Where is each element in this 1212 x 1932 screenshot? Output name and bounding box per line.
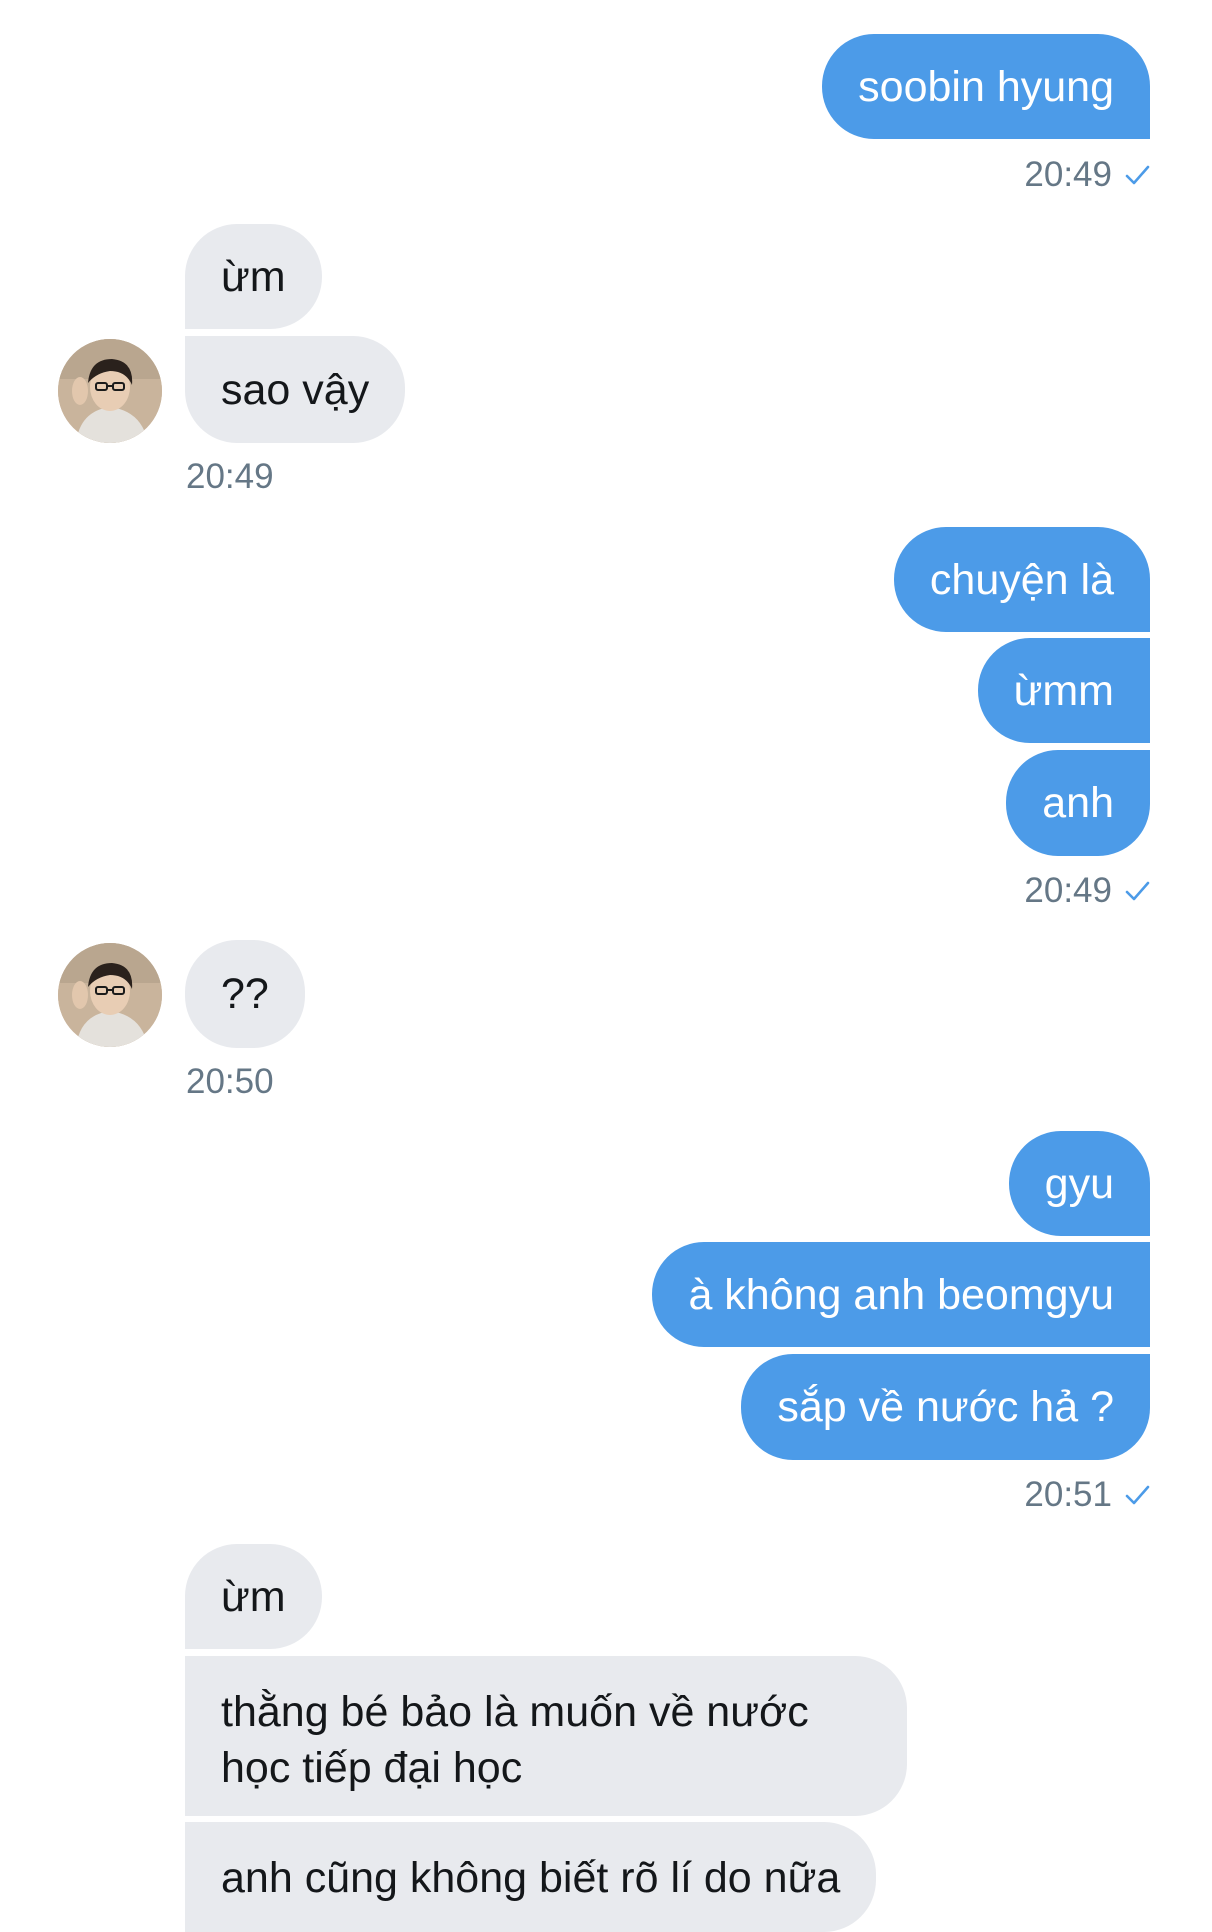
incoming-message[interactable]: ?? xyxy=(185,940,305,1048)
avatar[interactable] xyxy=(58,339,162,443)
message-timestamp: 20:49 xyxy=(1024,152,1150,198)
message-timestamp: 20:49 xyxy=(1024,868,1150,914)
message-timestamp: 20:49 xyxy=(186,454,274,500)
outgoing-message[interactable]: sắp về nước hả ? xyxy=(741,1354,1150,1460)
message-timestamp: 20:51 xyxy=(1024,1472,1150,1518)
avatar[interactable] xyxy=(58,943,162,1047)
check-icon xyxy=(1125,165,1150,185)
incoming-message[interactable]: ừm xyxy=(185,224,322,329)
message-timestamp: 20:50 xyxy=(186,1059,274,1105)
outgoing-message[interactable]: soobin hyung xyxy=(822,34,1150,139)
outgoing-message[interactable]: ừmm xyxy=(977,638,1150,743)
incoming-message[interactable]: ừm xyxy=(185,1544,322,1649)
incoming-message[interactable]: anh cũng không biết rõ lí do nữa xyxy=(185,1822,877,1932)
outgoing-message[interactable]: anh xyxy=(1006,750,1150,856)
incoming-message[interactable]: sao vậy xyxy=(185,336,406,443)
check-icon xyxy=(1125,881,1150,901)
timestamp-text: 20:50 xyxy=(186,1062,274,1101)
incoming-message[interactable]: thằng bé bảo là muốn về nước học tiếp đạ… xyxy=(185,1656,907,1816)
chat-thread: soobin hyung 20:49 ừm sao vậy 20:49 chuy… xyxy=(0,0,1212,1932)
timestamp-text: 20:49 xyxy=(186,457,274,496)
avatar-photo xyxy=(58,943,162,1047)
outgoing-message[interactable]: à không anh beomgyu xyxy=(652,1242,1150,1347)
outgoing-message[interactable]: chuyện là xyxy=(893,527,1150,632)
avatar-photo xyxy=(58,339,162,443)
outgoing-message[interactable]: gyu xyxy=(1008,1131,1150,1236)
check-icon xyxy=(1125,1485,1150,1505)
timestamp-text: 20:51 xyxy=(1024,1475,1112,1514)
timestamp-text: 20:49 xyxy=(1024,871,1112,910)
timestamp-text: 20:49 xyxy=(1024,155,1112,194)
